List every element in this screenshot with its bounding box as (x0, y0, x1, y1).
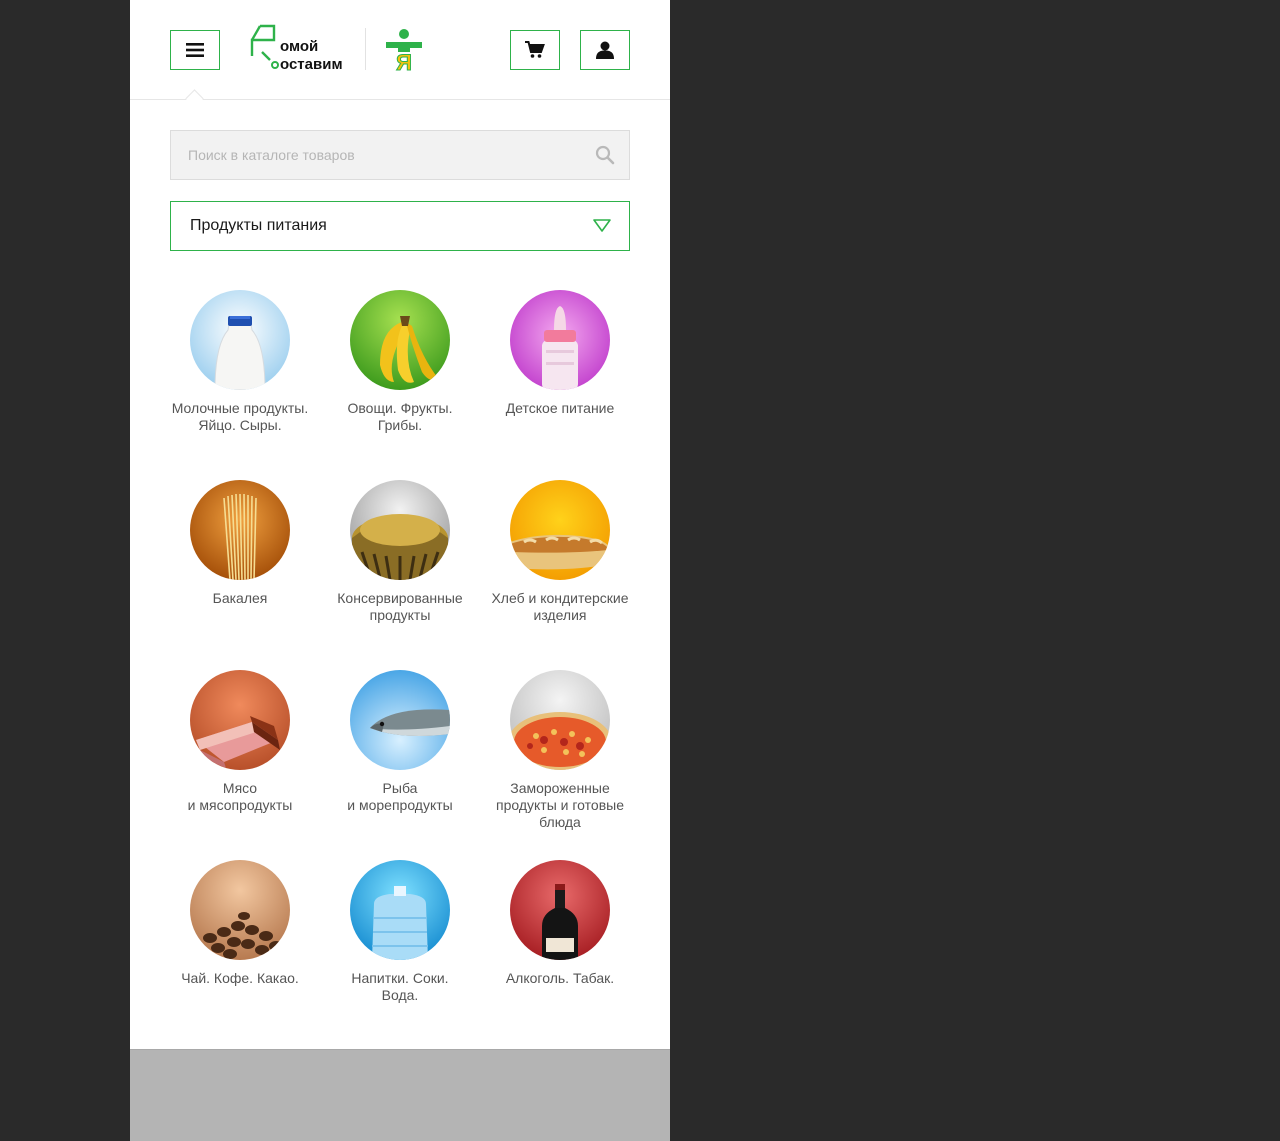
canned-food-icon (350, 480, 450, 580)
category-grocery[interactable]: Бакалея (160, 480, 320, 607)
category-drinks[interactable]: Напитки. Соки. Вода. (320, 860, 480, 1004)
category-frozen[interactable]: Замороженные продукты и готовые блюда (480, 670, 640, 831)
hamburger-icon (186, 43, 204, 57)
partner-logo-letter: Я (396, 50, 412, 72)
menu-button[interactable] (170, 30, 220, 70)
cart-icon (525, 41, 545, 58)
category-meat[interactable]: Мясо и мясопродукты (160, 670, 320, 814)
category-alcohol[interactable]: Алкоголь. Табак. (480, 860, 640, 987)
category-label: Чай. Кофе. Какао. (181, 970, 299, 986)
category-select-value: Продукты питания (190, 217, 327, 234)
milk-icon (190, 290, 290, 390)
category-label: Консервированные продукты (337, 590, 463, 623)
baby-bottle-icon (510, 290, 610, 390)
logo-line2: оставим (280, 56, 343, 73)
header-notch (185, 89, 204, 108)
coffee-beans-icon (190, 860, 290, 960)
category-label: Замороженные продукты и готовые блюда (496, 780, 624, 830)
logo-mark (250, 24, 276, 61)
chevron-down-icon (593, 219, 611, 232)
page: омой оставим Я Поиск в каталоге товаров … (130, 0, 670, 1141)
header: омой оставим Я (130, 0, 670, 108)
logo-divider (365, 28, 366, 70)
category-label: Детское питание (505, 400, 615, 416)
bread-icon (510, 480, 610, 580)
category-select[interactable]: Продукты питания (170, 201, 630, 251)
search-input[interactable] (171, 131, 588, 179)
search-icon[interactable] (595, 145, 615, 165)
category-label: Бакалея (212, 590, 268, 606)
logo-line1: омой (280, 38, 318, 55)
meat-icon (190, 670, 290, 770)
category-vegetables[interactable]: Овощи. Фрукты. Грибы. (320, 290, 480, 434)
category-label: Молочные продукты. Яйцо. Сыры. (171, 400, 309, 433)
partner-logo: Я (386, 29, 422, 72)
fish-icon (350, 670, 450, 770)
category-label: Напитки. Соки. Вода. (351, 970, 449, 1003)
banana-icon (350, 290, 450, 390)
category-tea-coffee[interactable]: Чай. Кофе. Какао. (160, 860, 320, 987)
category-label: Мясо и мясопродукты (187, 780, 293, 813)
category-dairy[interactable]: Молочные продукты. Яйцо. Сыры. (160, 290, 320, 434)
search-box[interactable] (170, 130, 630, 180)
water-bottle-icon (350, 860, 450, 960)
category-bread[interactable]: Хлеб и кондитерские изделия (480, 480, 640, 624)
category-canned[interactable]: Консервированные продукты (320, 480, 480, 624)
logo[interactable]: омой оставим (248, 22, 348, 74)
wine-bottle-icon (510, 860, 610, 960)
category-fish[interactable]: Рыба и морепродукты (320, 670, 480, 814)
category-label: Рыба и морепродукты (347, 780, 453, 813)
category-label: Хлеб и кондитерские изделия (491, 590, 629, 623)
pizza-icon (510, 670, 610, 770)
category-label: Овощи. Фрукты. Грибы. (347, 400, 453, 433)
user-button[interactable] (580, 30, 630, 70)
footer (130, 1049, 670, 1141)
category-baby-food[interactable]: Детское питание (480, 290, 640, 417)
user-icon (596, 41, 614, 59)
pasta-icon (190, 480, 290, 580)
cart-button[interactable] (510, 30, 560, 70)
category-label: Алкоголь. Табак. (505, 970, 615, 986)
